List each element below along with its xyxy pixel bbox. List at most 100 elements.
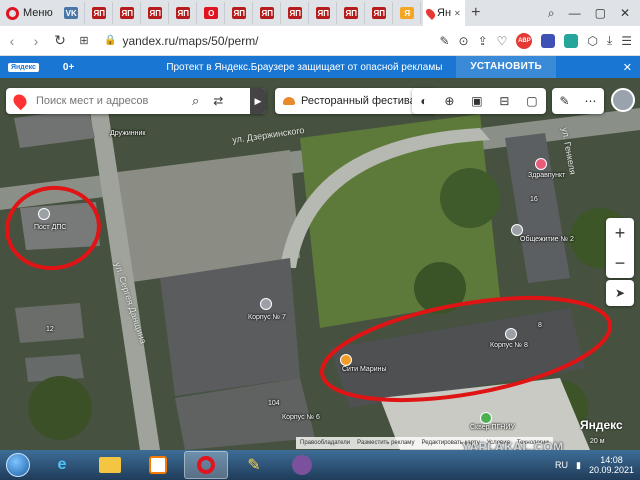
snapshot-icon[interactable]: ⊙ — [459, 34, 469, 48]
browser-tab[interactable]: ЯП — [227, 2, 253, 24]
browser-tab[interactable]: ЯП — [171, 2, 197, 24]
yandex-logo: Яндекс — [580, 418, 623, 432]
banner-close-icon[interactable]: ✕ — [623, 61, 640, 74]
install-button[interactable]: УСТАНОВИТЬ — [456, 56, 556, 78]
heart-icon[interactable]: ♡ — [497, 34, 508, 48]
extension-icon[interactable] — [541, 33, 556, 48]
folder-icon — [99, 457, 121, 473]
taskbar-ie[interactable]: e — [40, 451, 84, 479]
layers-icon[interactable]: ◐ — [420, 94, 427, 108]
taskbar-explorer[interactable] — [88, 451, 132, 479]
language-indicator[interactable]: RU — [555, 460, 568, 470]
browser-tab[interactable]: Я — [395, 2, 421, 24]
poi-label-skver[interactable]: Сквер ПГНИУ — [470, 424, 515, 431]
poi-label-zdravpunkt[interactable]: Здравпункт — [528, 172, 565, 179]
paint-icon: ✎ — [247, 457, 261, 474]
clock-time: 14:08 — [600, 455, 623, 465]
close-tab-icon[interactable]: ✕ — [454, 9, 461, 18]
footer-link-rights[interactable]: Правообладатели — [300, 440, 350, 446]
cube-icon[interactable]: ⬡ — [587, 34, 597, 48]
close-window-button[interactable]: ✕ — [620, 6, 630, 20]
browser-tab[interactable]: ЯП — [283, 2, 309, 24]
footer-link-ads[interactable]: Разместить рекламу — [357, 440, 414, 446]
news-icon: ЯП — [120, 7, 135, 19]
poi-label-obshezhitie[interactable]: Общежитие № 2 — [520, 236, 574, 243]
park-pin-icon[interactable] — [480, 412, 492, 424]
collapse-panel-button[interactable]: ▶ — [250, 88, 266, 114]
clock[interactable]: 14:08 20.09.2021 — [589, 455, 634, 475]
more-icon[interactable]: ⋯ — [585, 94, 597, 108]
taskbar-viber[interactable] — [280, 451, 324, 479]
cafe-pin-icon[interactable] — [340, 354, 352, 366]
tab-search-icon[interactable]: ⌕ — [548, 6, 555, 21]
poi-label-korpus8[interactable]: Корпус № 8 — [490, 342, 528, 349]
minimize-button[interactable]: — — [569, 6, 581, 20]
festival-chip-label: Ресторанный фестиваль — [301, 95, 428, 107]
start-button[interactable] — [0, 450, 36, 480]
zoom-out-button[interactable]: − — [615, 253, 626, 274]
satellite-map[interactable]: ул. Дзержинского ул. Сергея Данщина ул. … — [0, 78, 640, 450]
browser-tab[interactable]: ЯП — [87, 2, 113, 24]
taskbar-opera[interactable] — [184, 451, 228, 479]
share-icon[interactable]: ⇪ — [478, 34, 488, 48]
user-avatar[interactable] — [611, 88, 635, 112]
poi-label-dps[interactable]: Пост ДПС — [34, 224, 66, 231]
maximize-button[interactable]: ▢ — [595, 6, 606, 20]
browser-tab[interactable]: ЯП — [339, 2, 365, 24]
news-icon: ЯП — [316, 7, 331, 19]
ruler-icon[interactable]: ✎ — [559, 94, 569, 108]
taskbar-media[interactable] — [136, 451, 180, 479]
poi-label-korpus6[interactable]: Корпус № 6 — [282, 414, 320, 421]
browser-tab[interactable]: ЯП — [311, 2, 337, 24]
network-icon[interactable]: ▮ — [576, 460, 581, 471]
traffic-icon[interactable]: ▢ — [526, 94, 537, 108]
back-button[interactable]: ‹ — [0, 33, 24, 49]
easy-setup-icon[interactable]: ☰ — [621, 34, 632, 48]
transport-icon[interactable]: ▣ — [471, 94, 482, 108]
news-icon: ЯП — [148, 7, 163, 19]
satellite-imagery — [0, 78, 640, 450]
windows-logo-icon — [6, 453, 30, 477]
tab-yandex-maps[interactable]: Ян ✕ — [422, 0, 465, 26]
edit-icon[interactable]: ✎ — [439, 34, 449, 48]
browser-tab[interactable]: ЯП — [115, 2, 141, 24]
house-number-12: 12 — [46, 326, 54, 333]
url-field[interactable]: 🔒 yandex.ru/maps/50/perm/ — [104, 34, 374, 48]
forward-button[interactable]: › — [24, 33, 48, 49]
dorm-pin-icon[interactable] — [511, 224, 523, 236]
map-scale: 20 м — [590, 438, 605, 445]
browser-tab[interactable]: ЯП — [143, 2, 169, 24]
download-icon[interactable]: ⤓ — [607, 33, 612, 48]
taskbar-paint[interactable]: ✎ — [232, 451, 276, 479]
medical-pin-icon[interactable] — [535, 158, 547, 170]
clock-date: 20.09.2021 — [588, 465, 634, 475]
system-tray: RU ▮ 14:08 20.09.2021 — [555, 455, 640, 475]
poi-label-druzhinnik[interactable]: Дружинник — [110, 130, 145, 137]
browser-tab[interactable]: VK — [59, 2, 85, 24]
adblock-icon[interactable]: ABP — [516, 32, 533, 49]
bus-icon[interactable]: ⊟ — [499, 94, 509, 108]
browser-tab[interactable]: O — [199, 2, 225, 24]
poi-label-korpus7[interactable]: Корпус № 7 — [248, 314, 286, 321]
reload-button[interactable]: ↻ — [48, 32, 72, 49]
route-icon[interactable]: ⇄ — [213, 94, 223, 108]
browser-tab[interactable]: ЯП — [255, 2, 281, 24]
building-pin-icon[interactable] — [260, 298, 272, 310]
banner-message: Протект в Яндекс.Браузере защищает от оп… — [166, 61, 443, 73]
search-icon[interactable]: ⌕ — [192, 93, 199, 109]
panorama-icon[interactable]: ⊕ — [444, 94, 454, 108]
opera-menu-button[interactable]: Меню — [0, 0, 59, 26]
house-number-8: 8 — [538, 322, 542, 329]
locate-me-button[interactable]: ➤ — [606, 280, 634, 306]
news-icon: ЯП — [344, 7, 359, 19]
poi-label-marina[interactable]: Сити Марины — [342, 366, 387, 373]
vpn-icon[interactable] — [564, 33, 579, 48]
browser-tab[interactable]: ЯП — [367, 2, 393, 24]
building-pin-icon[interactable] — [505, 328, 517, 340]
speed-dial-icon[interactable]: ⊞ — [72, 34, 96, 47]
zoom-in-button[interactable]: + — [615, 223, 626, 244]
police-pin-icon[interactable] — [38, 208, 50, 220]
house-number-104: 104 — [268, 400, 280, 407]
new-tab-button[interactable]: + — [465, 4, 487, 22]
map-search-input[interactable] — [36, 95, 186, 107]
